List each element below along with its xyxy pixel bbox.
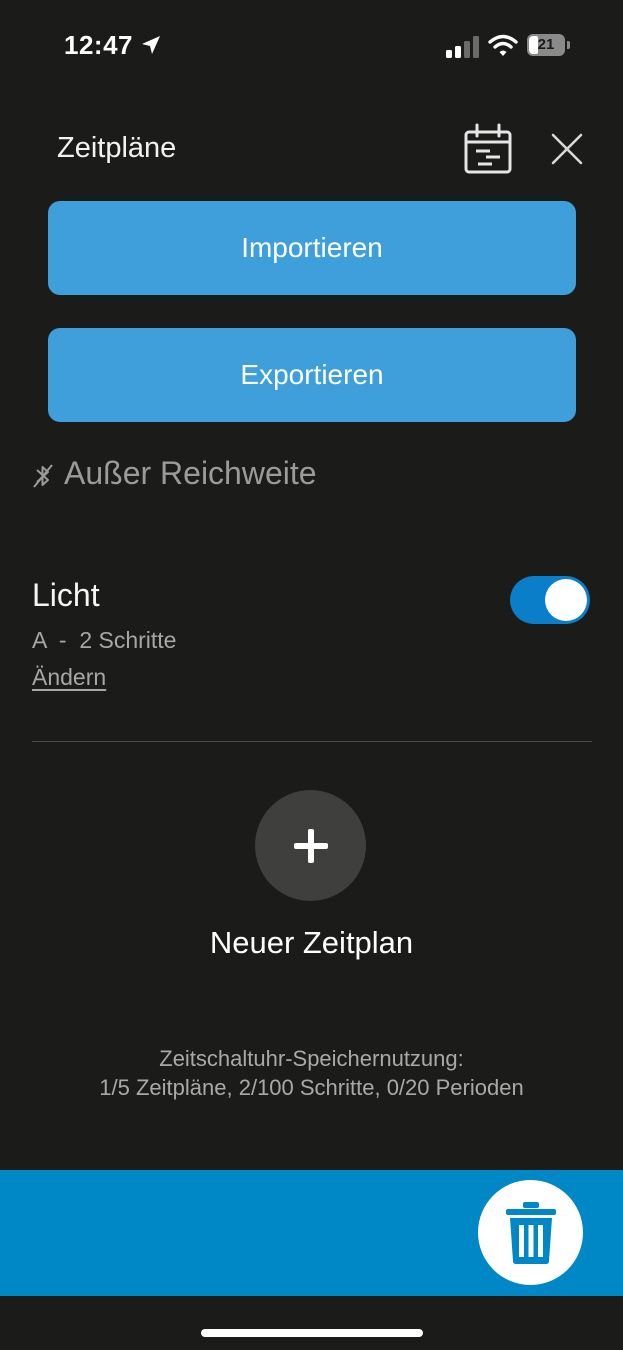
- delete-button[interactable]: [478, 1180, 583, 1285]
- edit-schedule-link[interactable]: Ändern: [32, 664, 106, 691]
- page-title: Zeitpläne: [57, 132, 177, 164]
- export-button[interactable]: Exportieren: [48, 328, 576, 422]
- battery-icon: 21: [527, 34, 571, 58]
- usage-details: 1/5 Zeitpläne, 2/100 Schritte, 0/20 Peri…: [99, 1075, 524, 1100]
- status-time: 12:47: [64, 30, 133, 60]
- schedule-steps: 2 Schritte: [79, 627, 177, 653]
- schedule-toggle[interactable]: [510, 576, 590, 624]
- connection-status: Außer Reichweite: [64, 455, 317, 491]
- home-indicator: [201, 1329, 423, 1337]
- new-schedule-label[interactable]: Neuer Zeitplan: [0, 925, 623, 961]
- signal-icon: [446, 36, 479, 58]
- trash-icon: [505, 1201, 556, 1264]
- no-bluetooth-icon: [33, 464, 53, 488]
- schedule-name: Licht: [32, 577, 100, 613]
- schedule-program: A: [32, 627, 47, 653]
- plus-icon: [293, 828, 328, 863]
- location-arrow-icon: [142, 36, 160, 54]
- usage-title: Zeitschaltuhr-Speichernutzung:: [159, 1046, 464, 1071]
- new-schedule-button[interactable]: [255, 790, 366, 901]
- battery-level: 21: [537, 36, 555, 53]
- import-button[interactable]: Importieren: [48, 201, 576, 295]
- divider: [32, 741, 592, 742]
- wifi-icon: [488, 34, 518, 56]
- close-icon[interactable]: [548, 130, 586, 168]
- calendar-icon[interactable]: [462, 122, 514, 176]
- toggle-knob: [545, 579, 587, 621]
- schedule-summary: A - 2 Schritte: [32, 627, 177, 653]
